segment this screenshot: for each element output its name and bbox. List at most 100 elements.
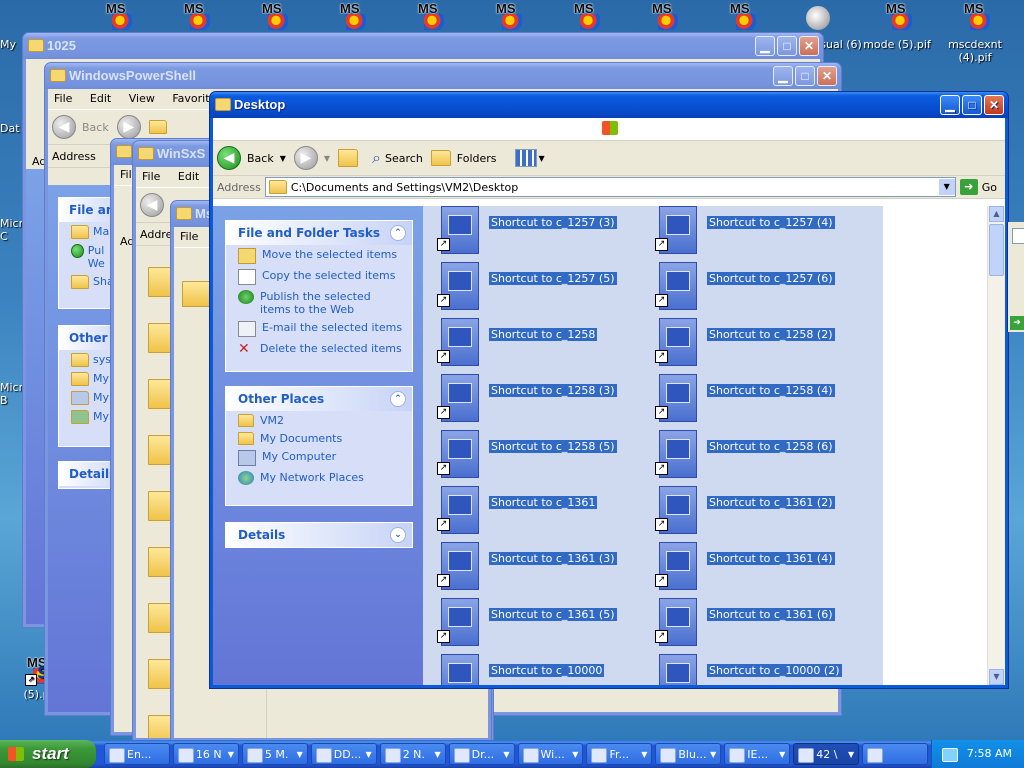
close-button[interactable]: ✕ <box>817 66 837 86</box>
file-item[interactable]: ↗ Shortcut to c_1361 (5) <box>433 598 643 646</box>
taskbar-button[interactable]: 16 N ▼ <box>172 743 239 765</box>
chevron-down-icon[interactable]: ▼ <box>324 154 330 163</box>
taskbar-button[interactable] <box>862 743 929 765</box>
task-publish[interactable]: Publish the selected items to the Web <box>226 287 412 318</box>
task-copy[interactable]: Copy the selected items <box>226 266 412 287</box>
title-bar[interactable]: WindowsPowerShell ▁ □ ✕ <box>45 63 841 89</box>
ms-dos-icon[interactable]: MS <box>260 2 290 32</box>
taskbar-button[interactable]: DD... ▼ <box>310 743 377 765</box>
taskbar-button[interactable]: IE... ▼ <box>724 743 791 765</box>
file-item[interactable]: ↗ Shortcut to c_1258 <box>433 318 643 366</box>
menu-file[interactable]: File <box>54 92 72 105</box>
collapse-icon[interactable]: ⌃ <box>390 225 406 241</box>
file-item[interactable]: ↗ Shortcut to c_1361 (3) <box>433 542 643 590</box>
menu-view[interactable]: View <box>129 92 155 105</box>
task-delete[interactable]: ✕ Delete the selected items <box>226 339 412 358</box>
chevron-down-icon[interactable]: ▼ <box>280 154 286 163</box>
task-email[interactable]: E-mail the selected items <box>226 318 412 339</box>
address-dropdown-icon[interactable]: ▼ <box>938 179 955 195</box>
go-button[interactable]: ➜ Go <box>959 179 997 195</box>
taskbar-button[interactable]: Blu... ▼ <box>655 743 722 765</box>
file-item[interactable]: ↗ Shortcut to c_1361 <box>433 486 643 534</box>
file-item[interactable]: ↗ Shortcut to c_1257 (4) <box>651 206 861 254</box>
desktop-icon-mode[interactable]: mode (5).pif <box>860 38 934 51</box>
file-item[interactable]: ↗ Shortcut to c_1258 (2) <box>651 318 861 366</box>
vertical-scrollbar[interactable]: ▲ ▼ <box>987 206 1005 685</box>
panel-title[interactable]: File and Folder Tasks ⌃ <box>226 221 412 245</box>
task-move[interactable]: Move the selected items <box>226 245 412 266</box>
taskbar-button[interactable]: 42 \ ▼ <box>793 743 860 765</box>
close-button[interactable]: ✕ <box>799 36 819 56</box>
minimize-button[interactable]: ▁ <box>773 66 793 86</box>
place-vm2[interactable]: VM2 <box>226 411 412 429</box>
ms-dos-icon[interactable]: MS <box>650 2 680 32</box>
folders-button[interactable]: Folders <box>430 150 497 166</box>
clock[interactable]: 7:58 AM <box>967 740 1012 768</box>
visual-studio-icon[interactable] <box>806 6 830 30</box>
forward-button[interactable]: ▶ ▼ <box>293 146 330 170</box>
minimize-button[interactable]: ▁ <box>755 36 775 56</box>
ms-dos-icon[interactable]: MS <box>338 2 368 32</box>
menu-file[interactable]: File <box>142 170 160 183</box>
network-tray-icon[interactable] <box>942 748 958 762</box>
folder-icon[interactable] <box>148 379 172 409</box>
collapse-icon[interactable]: ⌃ <box>390 391 406 407</box>
file-list[interactable]: ↗ Shortcut to c_1257 (3) ↗ Shortcut to c_12… <box>423 206 1005 685</box>
views-button[interactable]: ▼ <box>514 149 545 167</box>
taskbar-button[interactable]: 5 M. ▼ <box>241 743 308 765</box>
ms-dos-icon[interactable]: MS <box>416 2 446 32</box>
folder-icon[interactable] <box>148 323 172 353</box>
file-item[interactable]: ↗ Shortcut to c_1258 (3) <box>433 374 643 422</box>
back-arrow-icon[interactable]: ◀ <box>140 193 164 217</box>
up-folder-button[interactable] <box>338 149 359 167</box>
ms-dos-icon[interactable]: MS <box>494 2 524 32</box>
close-button[interactable]: ✕ <box>984 95 1004 115</box>
place-my-documents[interactable]: My Documents <box>226 429 412 447</box>
start-button[interactable]: start <box>0 740 96 768</box>
ms-dos-icon[interactable]: MS <box>104 2 134 32</box>
folder-icon[interactable] <box>148 547 172 577</box>
ms-dos-icon[interactable]: MS <box>572 2 602 32</box>
file-item[interactable]: ↗Shortcut to c_10000 <box>433 654 643 685</box>
folder-icon[interactable] <box>148 267 172 297</box>
forward-button[interactable]: ▶ <box>116 115 141 139</box>
folder-icon[interactable] <box>148 491 172 521</box>
taskbar-button[interactable]: 2 N. ▼ <box>379 743 446 765</box>
menu-edit[interactable]: Edit <box>90 92 111 105</box>
ms-dos-icon[interactable]: MS <box>884 2 914 32</box>
back-button[interactable]: ◀ Back <box>52 115 109 139</box>
taskbar-button[interactable]: Dr... ▼ <box>448 743 515 765</box>
panel-title[interactable]: Other Places ⌃ <box>226 387 412 411</box>
folder-icon[interactable] <box>148 435 172 465</box>
file-item[interactable]: ↗ Shortcut to c_1257 (3) <box>433 206 643 254</box>
offscreen-window-edge[interactable]: ➜ <box>1007 222 1024 332</box>
maximize-button[interactable]: □ <box>962 95 982 115</box>
taskbar-button[interactable]: Fr... ▼ <box>586 743 653 765</box>
desktop-icon-dat[interactable]: Dat <box>0 122 24 135</box>
place-my-computer[interactable]: My Computer <box>226 447 412 468</box>
address-input[interactable]: C:\Documents and Settings\VM2\Desktop ▼ <box>264 177 956 197</box>
scroll-down-icon[interactable]: ▼ <box>989 669 1004 685</box>
back-button[interactable]: ◀ Back ▼ <box>217 146 286 170</box>
minimize-button[interactable]: ▁ <box>940 95 960 115</box>
menu-edit[interactable]: Edit <box>178 170 199 183</box>
title-bar[interactable]: Desktop ▁ □ ✕ <box>210 92 1008 118</box>
file-item[interactable]: ↗ Shortcut to c_1257 (6) <box>651 262 861 310</box>
file-item[interactable]: ↗Shortcut to c_10000 (2) <box>651 654 861 685</box>
file-item[interactable]: ↗ Shortcut to c_1257 (5) <box>433 262 643 310</box>
maximize-button[interactable]: □ <box>777 36 797 56</box>
file-item[interactable]: ↗ Shortcut to c_1258 (5) <box>433 430 643 478</box>
desktop-icon-micro[interactable]: Micro B <box>0 368 30 407</box>
ms-dos-icon[interactable]: MS <box>728 2 758 32</box>
search-button[interactable]: ⌕ Search <box>372 148 423 168</box>
scroll-up-icon[interactable]: ▲ <box>989 206 1004 222</box>
ms-dos-icon[interactable]: MS <box>962 2 992 32</box>
desktop-icon-micr[interactable]: Micr C <box>0 204 24 243</box>
menu-file[interactable]: File <box>180 230 198 243</box>
folder-icon[interactable] <box>148 715 172 738</box>
file-item[interactable]: ↗ Shortcut to c_1361 (2) <box>651 486 861 534</box>
ms-dos-icon[interactable]: MS <box>182 2 212 32</box>
file-item[interactable]: ↗ Shortcut to c_1258 (4) <box>651 374 861 422</box>
file-item[interactable]: ↗ Shortcut to c_1361 (6) <box>651 598 861 646</box>
title-bar[interactable]: 1025 ▁ □ ✕ <box>23 33 823 59</box>
